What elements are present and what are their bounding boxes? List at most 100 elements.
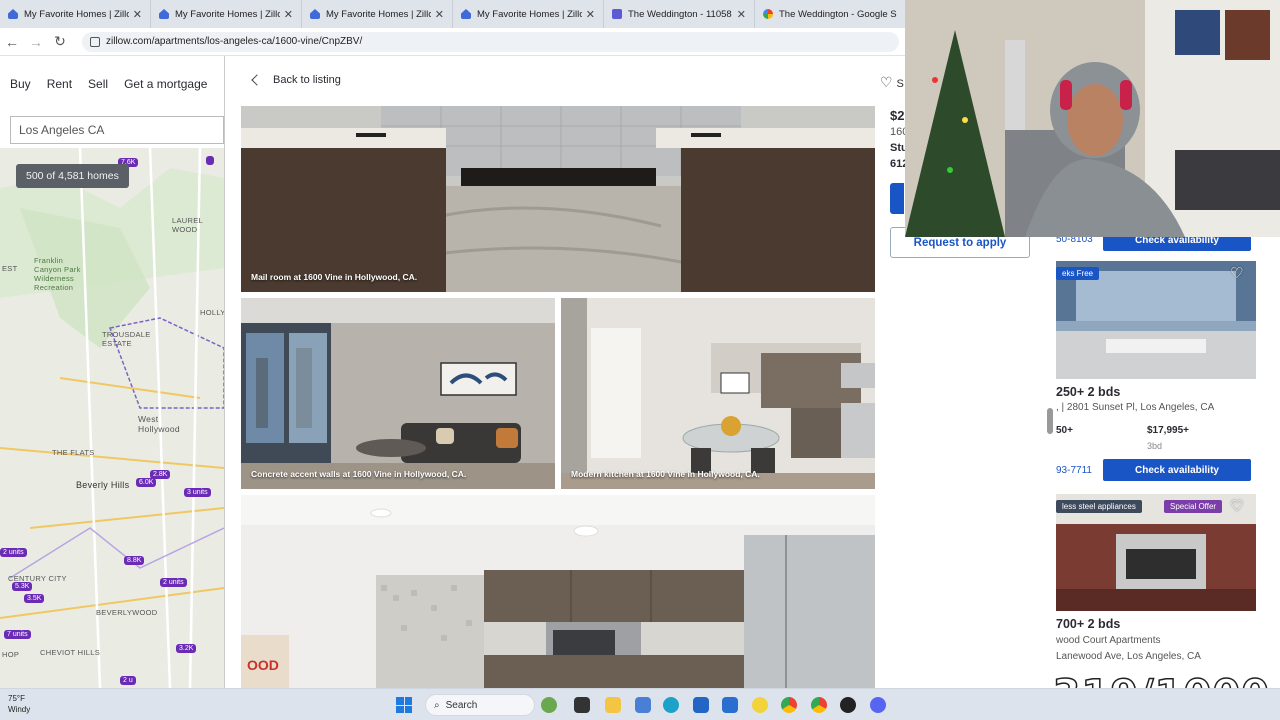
map-pin[interactable]: 2 units [0,548,27,557]
browser-tab[interactable]: My Favorite Homes | Zillow ✕ [453,0,604,28]
photo-caption: Mail room at 1600 Vine in Hollywood, CA. [251,272,418,282]
kitchen-wide-image: OOD [241,495,875,688]
phone-number[interactable]: 50-8103 [1056,237,1093,245]
kitchen-image [561,298,875,489]
contact-button[interactable] [890,183,904,214]
browser-tab[interactable]: The Weddington - 11058 W ✕ [604,0,755,28]
file-explorer-icon[interactable] [605,697,621,713]
browser-tab[interactable]: My Favorite Homes | Zillow ✕ [302,0,453,28]
mail-room-image [241,106,875,292]
scrollbar-thumb[interactable] [1047,408,1053,434]
close-icon[interactable]: ✕ [737,8,746,21]
listing-price: $17,995+ [1147,425,1189,436]
map-pin[interactable]: 6.0K [136,478,157,487]
google-icon [763,9,773,19]
url-field[interactable]: zillow.com/apartments/los-angeles-ca/160… [82,31,899,52]
taskbar-search[interactable]: ⌕ Search [425,694,535,716]
app-icon[interactable] [840,697,856,713]
nav-rent[interactable]: Rent [47,77,72,91]
living-room-image [241,298,555,489]
webcam-image [905,0,1280,237]
gallery-photo[interactable]: Modern kitchen at 1600 Vine in Hollywood… [561,298,875,489]
task-view-icon[interactable] [574,697,590,713]
forward-arrow-icon[interactable]: → [24,34,48,50]
weddington-icon [612,9,622,19]
weather-widget[interactable]: 75°F Windy [8,693,30,715]
browser-tab[interactable]: My Favorite Homes | Zillow ✕ [0,0,151,28]
gallery-photo[interactable]: Mail room at 1600 Vine in Hollywood, CA. [241,106,875,292]
check-availability-button[interactable]: Check availability [1103,237,1251,251]
photo-caption: Concrete accent walls at 1600 Vine in Ho… [251,469,467,479]
map-pin[interactable] [206,156,214,165]
map-label: HOLLY [200,308,224,317]
listing-beds-price: 250+ 2 bds [1056,385,1121,399]
back-to-listing-link[interactable]: Back to listing [251,74,341,86]
close-icon[interactable]: ✕ [284,8,293,21]
reload-icon[interactable]: ↻ [48,33,72,50]
save-button[interactable]: ♡ S [880,74,904,91]
home-count-badge: 500 of 4,581 homes [16,164,129,188]
map-pin[interactable]: 5.3K [12,582,33,591]
map-label: EST [2,264,18,273]
search-icon: ⌕ [434,699,440,711]
back-arrow-icon[interactable]: ← [0,34,24,50]
tab-bar: My Favorite Homes | Zillow ✕ My Favorite … [0,0,905,28]
outlook-icon[interactable] [722,697,738,713]
heart-icon: ♡ [880,74,893,90]
nav-buy[interactable]: Buy [10,77,31,91]
norton-icon[interactable] [752,697,768,713]
gallery-photo[interactable]: OOD [241,495,875,688]
close-icon[interactable]: ✕ [586,8,595,21]
chrome-icon[interactable] [781,697,797,713]
heart-icon[interactable]: ♡ [1230,497,1243,515]
map-pin[interactable]: 2 units [160,578,187,587]
photo-caption: Modern kitchen at 1600 Vine in Hollywood… [571,469,760,479]
close-icon[interactable]: ✕ [133,8,142,21]
map-label: LAUREL WOOD [172,216,203,234]
webcam-feed [905,0,1280,237]
check-availability-button[interactable]: Check availability [1103,459,1251,481]
map-pin[interactable]: 3.5K [24,594,45,603]
map-label: HOP [2,650,20,659]
location-search-input[interactable]: Los Angeles CA [10,116,224,144]
map-pin[interactable]: 2 u [120,676,136,685]
discord-icon[interactable] [870,697,886,713]
nav-mortgage[interactable]: Get a mortgage [124,77,207,91]
edge-icon[interactable] [663,697,679,713]
map-pin[interactable]: 7 units [4,630,31,639]
browser-tab[interactable]: My Favorite Homes | Zillow ✕ [151,0,302,28]
app-icon[interactable] [541,697,557,713]
chrome-icon[interactable] [811,697,827,713]
store-icon[interactable] [693,697,709,713]
listing-address: Lanewood Ave, Los Angeles, CA [1056,651,1201,662]
listing-badge: less steel appliances [1056,500,1142,513]
map-label: TROUSDALE ESTATE [102,330,151,348]
zillow-icon [461,9,471,19]
gallery-photo[interactable]: Concrete accent walls at 1600 Vine in Ho… [241,298,555,489]
weather-temp: 75°F [8,694,25,703]
map-label: THE FLATS [52,448,95,457]
map-label: Franklin Canyon Park Wilderness Recreati… [34,256,81,292]
map-label: CHEVIOT HILLS [40,648,101,657]
zillow-nav: Buy Rent Sell Get a mortgage [0,56,224,112]
phone-number[interactable]: 93-7711 [1056,465,1092,476]
heart-icon[interactable]: ♡ [1230,264,1243,282]
browser-tab[interactable]: The Weddington - Google Se [755,0,905,28]
nav-sell[interactable]: Sell [88,77,108,91]
map-pin[interactable]: 3.2K [176,644,197,653]
chevron-left-icon [251,74,263,86]
photos-icon[interactable] [635,697,651,713]
map[interactable]: EST LAUREL WOOD Franklin Canyon Park Wil… [0,148,224,688]
listing-price: $2 [890,108,905,123]
map-pin[interactable]: 8.8K [124,556,145,565]
close-icon[interactable]: ✕ [435,8,444,21]
listing-beds-price: 700+ 2 bds [1056,617,1121,631]
map-pin[interactable]: 3 units [184,488,211,497]
listing-name: wood Court Apartments [1056,635,1161,646]
windows-start-icon[interactable] [396,697,412,713]
listing-price: 50+ [1056,425,1073,436]
site-info-icon[interactable] [90,36,100,47]
map-label: West Hollywood [138,414,180,434]
map-label: Beverly Hills [76,480,130,490]
map-label: BEVERLYWOOD [96,608,158,617]
